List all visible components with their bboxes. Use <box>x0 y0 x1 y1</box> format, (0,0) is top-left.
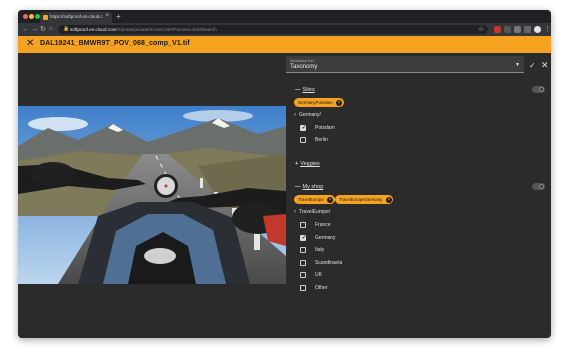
metadata-set-value: Taxonomy <box>290 64 318 70</box>
remove-chip-icon[interactable]: × <box>336 99 343 106</box>
checkbox[interactable] <box>300 222 306 228</box>
myshop-toggle[interactable] <box>532 183 545 190</box>
tab-bar: https://softproof.es-cloud.com × + <box>18 10 551 23</box>
tag-chip-label: TravelEuropeGermany <box>339 197 383 202</box>
new-tab-button[interactable]: + <box>116 12 121 21</box>
home-icon[interactable]: ⌂ <box>49 25 53 34</box>
extension-icon[interactable] <box>514 26 521 33</box>
cancel-close-button[interactable]: ✕ <box>541 61 549 70</box>
section-sites-title: Sites <box>302 87 315 93</box>
tab-title: https://softproof.es-cloud.com <box>50 14 102 19</box>
tag-chip: TravelEurope × <box>294 195 335 204</box>
image-viewer <box>18 53 286 338</box>
extension-icon[interactable] <box>504 26 511 33</box>
remove-chip-icon[interactable]: × <box>385 196 392 203</box>
metadata-set-label: Metadata Set <box>290 58 314 63</box>
checkbox[interactable] <box>300 137 306 143</box>
expand-icon: + <box>295 161 299 167</box>
tag-chip-label: GermanyPotsdam <box>298 100 333 105</box>
option-label: Scandinavia <box>315 260 343 266</box>
tag-chip-label: TravelEurope <box>298 197 324 202</box>
back-icon[interactable]: ← <box>22 25 29 34</box>
menu-icon[interactable]: ⋮ <box>544 25 551 34</box>
option-label: Potsdam <box>315 125 335 131</box>
puzzle-icon[interactable] <box>524 26 531 33</box>
window-close-dot[interactable] <box>23 14 28 19</box>
section-sites-header[interactable]: — Sites <box>295 87 315 93</box>
metadata-set-select[interactable]: Metadata Set Taxonomy ▼ <box>286 56 524 73</box>
confirm-check-button[interactable]: ✓ <box>529 62 536 70</box>
address-bar[interactable]: 🔒 softproof.es-cloud.com/#/portal/privat… <box>58 25 488 34</box>
checkbox[interactable] <box>300 235 306 242</box>
browser-window: https://softproof.es-cloud.com × + ← → ↻… <box>18 10 551 338</box>
breadcrumb[interactable]: ‹ Germany/ <box>294 112 321 118</box>
chevron-down-icon[interactable]: ▼ <box>515 62 520 68</box>
chevron-left-icon: ‹ <box>294 112 296 118</box>
motorcycle-photo[interactable] <box>18 106 286 284</box>
browser-toolbar: ← → ↻ ⌂ 🔒 softproof.es-cloud.com/#/porta… <box>18 23 551 36</box>
toggle-knob <box>539 87 544 92</box>
checkbox[interactable] <box>300 272 306 278</box>
tag-chip: GermanyPotsdam × <box>294 98 344 107</box>
section-myshop-title: My shop <box>302 184 324 190</box>
option-label: Other <box>315 285 328 291</box>
remove-chip-icon[interactable]: × <box>327 196 334 203</box>
file-title: DAL19241_BMWR9T_POV_068_comp_V1.tif <box>40 40 190 47</box>
checkbox[interactable] <box>300 260 306 266</box>
section-veggies-header[interactable]: + Veggies <box>295 161 320 167</box>
url-text: softproof.es-cloud.com/#/portal/private/… <box>70 27 217 32</box>
reload-icon[interactable]: ↻ <box>40 25 46 34</box>
breadcrumb[interactable]: ‹ TravelEurope/ <box>294 209 330 215</box>
option-label: Italy <box>315 247 325 253</box>
window-minimize-dot[interactable] <box>29 14 34 19</box>
chevron-left-icon: ‹ <box>294 209 296 215</box>
extension-icon[interactable] <box>494 26 501 33</box>
option-label: UK <box>315 272 322 278</box>
tab-close-icon[interactable]: × <box>105 13 109 19</box>
sites-toggle[interactable] <box>532 86 545 93</box>
section-veggies-title: Veggies <box>300 161 320 167</box>
forward-icon[interactable]: → <box>31 25 38 34</box>
browser-tab[interactable]: https://softproof.es-cloud.com × <box>40 12 112 23</box>
tag-chip: TravelEuropeGermany × <box>335 195 394 204</box>
option-label: France <box>315 222 331 228</box>
lock-icon: 🔒 <box>63 26 70 32</box>
option-label: Germany <box>315 235 336 241</box>
close-viewer-button[interactable]: ✕ <box>26 38 34 50</box>
collapse-icon: — <box>295 87 301 93</box>
breadcrumb-label: TravelEurope/ <box>299 209 331 215</box>
breadcrumb-label: Germany/ <box>299 112 321 118</box>
option-label: Berlin <box>315 137 328 143</box>
bookmark-star-icon[interactable]: ☆ <box>478 25 484 33</box>
collapse-icon: — <box>295 184 301 190</box>
section-myshop-header[interactable]: — My shop <box>295 184 323 190</box>
toggle-knob <box>539 184 544 189</box>
app-header: ✕ DAL19241_BMWR9T_POV_068_comp_V1.tif <box>18 36 551 53</box>
favicon-icon <box>43 15 48 20</box>
checkbox[interactable] <box>300 125 306 132</box>
profile-avatar[interactable] <box>534 26 541 33</box>
checkbox[interactable] <box>300 285 306 291</box>
checkbox[interactable] <box>300 247 306 253</box>
